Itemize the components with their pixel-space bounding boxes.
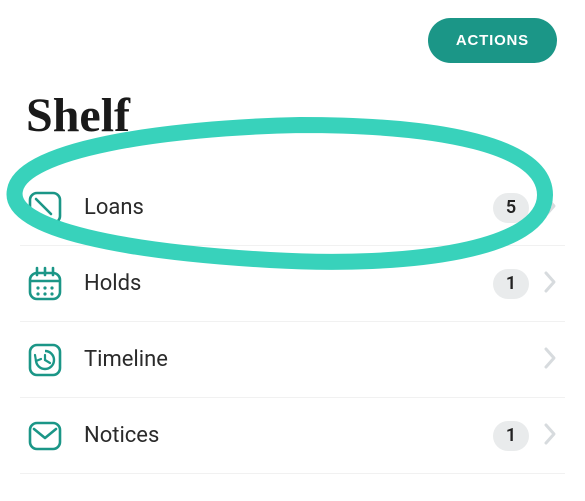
row-notices[interactable]: Notices 1	[20, 398, 565, 474]
chevron-right-icon	[543, 346, 557, 374]
count-badge: 1	[493, 421, 529, 451]
notices-icon	[20, 417, 70, 455]
row-label: Loans	[70, 195, 493, 220]
chevron-right-icon	[543, 194, 557, 222]
row-label: Timeline	[70, 347, 543, 372]
count-badge: 5	[493, 193, 529, 223]
chevron-right-icon	[543, 422, 557, 450]
loans-icon	[20, 189, 70, 227]
chevron-right-icon	[543, 270, 557, 298]
actions-button[interactable]: ACTIONS	[428, 18, 557, 63]
row-holds[interactable]: Holds 1	[20, 246, 565, 322]
shelf-list: Loans 5 Holds 1	[20, 170, 565, 474]
timeline-icon	[20, 341, 70, 379]
count-badge: 1	[493, 269, 529, 299]
page-title: Shelf	[26, 88, 130, 143]
row-timeline[interactable]: Timeline	[20, 322, 565, 398]
row-label: Holds	[70, 271, 493, 296]
row-loans[interactable]: Loans 5	[20, 170, 565, 246]
row-label: Notices	[70, 423, 493, 448]
holds-icon	[20, 265, 70, 303]
